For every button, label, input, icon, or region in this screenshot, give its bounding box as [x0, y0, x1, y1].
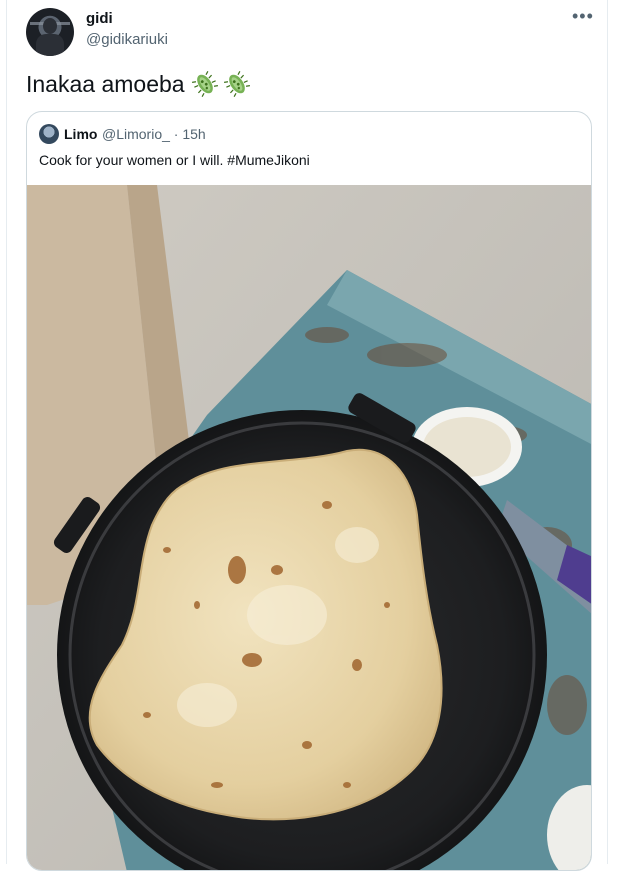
- emoji-group: [191, 70, 255, 98]
- more-icon[interactable]: •••: [572, 6, 594, 27]
- quoted-tweet[interactable]: Limo @Limorio_ · 15h Cook for your women…: [26, 111, 592, 871]
- quoted-avatar[interactable]: [39, 124, 59, 144]
- chapati-photo: [27, 185, 591, 870]
- user-handle[interactable]: @gidikariuki: [86, 31, 168, 48]
- tweet-text: Inakaa amoeba: [26, 70, 185, 97]
- avatar[interactable]: [26, 8, 74, 56]
- avatar-head: [43, 18, 57, 34]
- display-name[interactable]: gidi: [86, 10, 113, 27]
- microbe-icon: [191, 71, 218, 97]
- quoted-tweet-text: Cook for your women or I will. #MumeJiko…: [39, 152, 310, 168]
- microbe-icon: [223, 71, 250, 97]
- quoted-handle-time: @Limorio_ · 15h: [102, 126, 206, 142]
- tweet-text-row: Inakaa amoeba: [26, 70, 255, 98]
- avatar-body: [36, 34, 64, 56]
- quoted-display-name: Limo: [64, 126, 98, 142]
- quoted-photo[interactable]: [27, 185, 591, 870]
